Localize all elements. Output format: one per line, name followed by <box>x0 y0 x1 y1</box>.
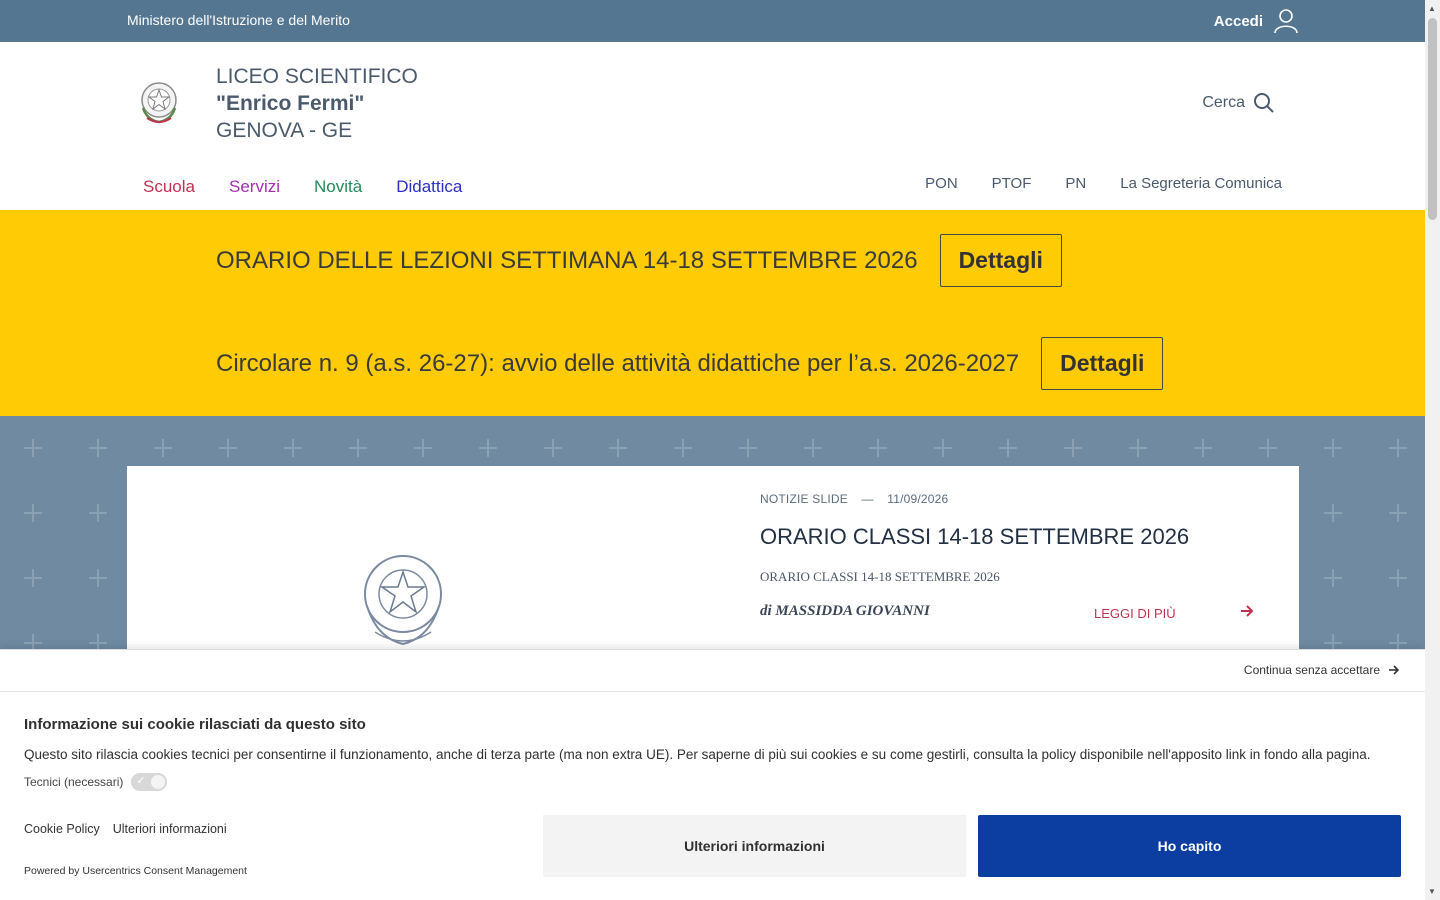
cookie-description: Questo sito rilascia cookies tecnici per… <box>24 747 1371 762</box>
search-label: Cerca <box>1202 94 1245 111</box>
news-author: di MASSIDDA GIOVANNI <box>760 603 930 619</box>
alerts-section: ORARIO DELLE LEZIONI SETTIMANA 14-18 SET… <box>0 210 1425 416</box>
continue-without-accepting-link[interactable]: Continua senza accettare <box>1244 663 1400 677</box>
school-city: GENOVA - GE <box>216 119 353 142</box>
alert-item: ORARIO DELLE LEZIONI SETTIMANA 14-18 SET… <box>216 234 1062 287</box>
banner-divider <box>0 691 1425 692</box>
italian-republic-emblem-icon <box>364 555 442 646</box>
italian-republic-emblem-icon[interactable] <box>137 78 181 126</box>
news-title[interactable]: ORARIO CLASSI 14-18 SETTEMBRE 2026 <box>760 524 1189 550</box>
alert-item: Circolare n. 9 (a.s. 26-27): avvio delle… <box>216 337 1164 390</box>
nav-item-ptof[interactable]: PTOF <box>992 175 1032 192</box>
user-icon <box>1274 9 1298 34</box>
nav-item-servizi[interactable]: Servizi <box>229 177 280 197</box>
cookie-banner: Continua senza accettare Informazione su… <box>0 649 1425 900</box>
technical-cookies-row: Tecnici (necessari) ✓ <box>24 773 168 791</box>
nav-item-didattica[interactable]: Didattica <box>396 177 462 197</box>
search-icon <box>1254 93 1274 113</box>
scrollbar-thumb[interactable] <box>1428 18 1437 220</box>
site-header: LICEO SCIENTIFICO "Enrico Fermi" GENOVA … <box>0 42 1425 210</box>
cookie-policy-link[interactable]: Cookie Policy <box>24 822 100 836</box>
toggle-label: Tecnici (necessari) <box>24 775 124 789</box>
powered-by-text[interactable]: Powered by Usercentrics Consent Manageme… <box>24 865 247 877</box>
read-more-link[interactable]: LEGGI DI PIÙ <box>1094 606 1176 621</box>
more-info-link[interactable]: Ulteriori informazioni <box>113 822 227 836</box>
more-info-button[interactable]: Ulteriori informazioni <box>543 815 966 877</box>
scroll-up-icon[interactable]: ▲ <box>1428 4 1436 13</box>
cookie-links: Cookie Policy Ulteriori informazioni <box>24 822 227 836</box>
top-bar: Ministero dell'Istruzione e del Merito A… <box>0 0 1425 42</box>
accept-button[interactable]: Ho capito <box>978 815 1401 877</box>
scroll-down-icon[interactable]: ▼ <box>1428 887 1436 896</box>
alert-details-button[interactable]: Dettagli <box>939 234 1062 287</box>
login-label: Accedi <box>1213 12 1263 30</box>
alert-text: Circolare n. 9 (a.s. 26-27): avvio delle… <box>216 349 1020 377</box>
alert-details-button[interactable]: Dettagli <box>1041 337 1164 390</box>
nav-item-pon[interactable]: PON <box>925 175 958 192</box>
secondary-nav: PON PTOF PN La Segreteria Comunica <box>925 175 1282 192</box>
page-scrollbar[interactable]: ▲ ▼ <box>1425 0 1440 900</box>
news-category[interactable]: NOTIZIE SLIDE <box>760 492 848 506</box>
check-icon: ✓ <box>136 775 146 787</box>
search-button[interactable]: Cerca <box>1202 92 1275 114</box>
ministry-link[interactable]: Ministero dell'Istruzione e del Merito <box>127 12 350 28</box>
nav-item-scuola[interactable]: Scuola <box>143 177 195 197</box>
featured-news-card[interactable]: NOTIZIE SLIDE — 11/09/2026 ORARIO CLASSI… <box>127 466 1299 656</box>
main-nav: Scuola Servizi Novità Didattica <box>143 177 462 197</box>
arrow-right-icon[interactable] <box>1240 604 1254 618</box>
cookie-title: Informazione sui cookie rilasciati da qu… <box>24 716 366 733</box>
login-button[interactable]: Accedi <box>1214 8 1299 34</box>
news-subtitle: ORARIO CLASSI 14-18 SETTEMBRE 2026 <box>760 569 1000 584</box>
meta-separator: — <box>861 492 874 506</box>
school-type: LICEO SCIENTIFICO <box>216 65 418 88</box>
news-date: 11/09/2026 <box>887 492 949 506</box>
nav-item-segreteria[interactable]: La Segreteria Comunica <box>1120 175 1282 192</box>
school-name: "Enrico Fermi" <box>216 92 365 115</box>
school-title[interactable]: LICEO SCIENTIFICO "Enrico Fermi" GENOVA … <box>216 63 418 144</box>
arrow-right-icon <box>1389 665 1400 675</box>
technical-cookies-toggle[interactable]: ✓ <box>131 773 168 791</box>
alert-text: ORARIO DELLE LEZIONI SETTIMANA 14-18 SET… <box>216 246 918 274</box>
nav-item-novita[interactable]: Novità <box>314 177 362 197</box>
continue-label: Continua senza accettare <box>1243 663 1380 677</box>
nav-item-pn[interactable]: PN <box>1065 175 1086 192</box>
news-meta: NOTIZIE SLIDE — 11/09/2026 <box>760 492 948 506</box>
